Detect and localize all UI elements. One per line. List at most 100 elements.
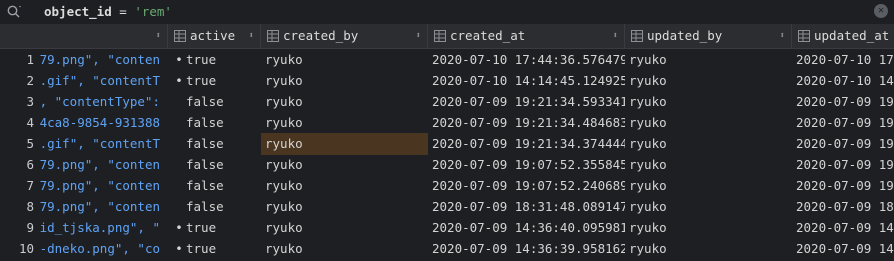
cell-created-at[interactable]: 2020-07-09 19:07:52.355845 xyxy=(428,154,625,176)
cell-active[interactable]: false xyxy=(168,154,261,176)
cell-created-by[interactable]: ryuko xyxy=(261,49,428,71)
column-header-created-at[interactable]: created_at ⬍ xyxy=(428,24,625,48)
cell-object-id[interactable]: -4ca8-9854-931388 xyxy=(40,112,168,134)
cell-updated-at[interactable]: 2020-07-10 17 xyxy=(792,49,894,71)
table-row[interactable]: 5 s.gif", "contentT false ryuko 2020-07-09 1… xyxy=(0,133,894,155)
bullet-icon: • xyxy=(175,73,183,88)
cell-text: 979.png", "conten xyxy=(40,199,160,214)
table-row[interactable]: 4 -4ca8-9854-931388 false ryuko 2020-07-09 1… xyxy=(0,112,894,134)
cell-created-at[interactable]: 2020-07-10 14:14:45.124925 xyxy=(428,70,625,92)
cell-updated-by[interactable]: ryuko xyxy=(625,112,792,134)
sort-icon[interactable]: ⬍ xyxy=(613,24,618,48)
cell-created-by[interactable]: ryuko xyxy=(261,196,428,218)
cell-created-at[interactable]: 2020-07-09 18:31:48.089147 xyxy=(428,196,625,218)
cell-object-id[interactable]: 979.png", "conten xyxy=(40,196,168,218)
cell-object-id[interactable]: 979.png", "conten xyxy=(40,154,168,176)
cell-updated-by[interactable]: ryuko xyxy=(625,70,792,92)
cell-created-by[interactable]: ryuko xyxy=(261,133,428,155)
cell-updated-by[interactable]: ryuko xyxy=(625,238,792,260)
cell-created-by[interactable]: ryuko xyxy=(261,91,428,113)
sort-icon[interactable]: ⬍ xyxy=(780,24,785,48)
cell-updated-by[interactable]: ryuko xyxy=(625,217,792,239)
header-row: ⬍ active ⬍ created_by ⬍ created_at ⬍ upd… xyxy=(0,24,894,49)
table-row[interactable]: 2 s.gif", "contentT • true ryuko 2020-07-10 1… xyxy=(0,70,894,92)
cell-created-at[interactable]: 2020-07-10 17:44:36.576479 xyxy=(428,49,625,71)
table-row[interactable]: 8 979.png", "conten false ryuko 2020-07-09 1… xyxy=(0,196,894,218)
cell-active[interactable]: false xyxy=(168,112,261,134)
cell-object-id[interactable]: s.gif", "contentT xyxy=(40,70,168,92)
cell-active[interactable]: • true xyxy=(168,49,261,71)
cell-created-at[interactable]: 2020-07-09 14:36:39.958162 xyxy=(428,238,625,260)
cell-updated-at[interactable]: 2020-07-09 19 xyxy=(792,112,894,134)
cell-active[interactable]: false xyxy=(168,133,261,155)
cell-active[interactable]: • true xyxy=(168,70,261,92)
bullet-icon: • xyxy=(175,241,183,256)
cell-created-at[interactable]: 2020-07-09 19:21:34.374444 xyxy=(428,133,625,155)
cell-updated-by[interactable]: ryuko xyxy=(625,154,792,176)
table-row[interactable]: 1 979.png", "conten • true ryuko 2020-07-10 1… xyxy=(0,49,894,71)
cell-updated-at[interactable]: 2020-07-09 14 xyxy=(792,238,894,260)
row-number: 9 xyxy=(26,220,34,235)
cell-updated-at[interactable]: 2020-07-09 14 xyxy=(792,217,894,239)
cell-text: false xyxy=(186,178,224,193)
cell-updated-by[interactable]: ryuko xyxy=(625,196,792,218)
table-column-icon xyxy=(631,30,643,42)
cell-created-by[interactable]: ryuko xyxy=(261,154,428,176)
cell-updated-at[interactable]: 2020-07-09 19 xyxy=(792,154,894,176)
sort-icon[interactable]: ⬍ xyxy=(416,24,421,48)
cell-created-at[interactable]: 2020-07-09 19:21:34.593341 xyxy=(428,91,625,113)
table-row[interactable]: 3, "contentType": false ryuko 2020-07-09 19… xyxy=(0,91,894,113)
table-row[interactable]: 9 id_tjska.png", " • true ryuko 2020-07-09 14… xyxy=(0,217,894,239)
cell-text: false xyxy=(186,136,224,151)
cell-updated-at[interactable]: 2020-07-10 14 xyxy=(792,70,894,92)
sort-icon[interactable]: ⬍ xyxy=(156,24,161,48)
sort-icon[interactable]: ⬍ xyxy=(249,24,254,48)
cell-object-id[interactable]: l-dneko.png", "co xyxy=(40,238,168,260)
cell-object-id[interactable]: s.gif", "contentT xyxy=(40,133,168,155)
column-header-active[interactable]: active ⬍ xyxy=(168,24,261,48)
cell-created-by[interactable]: ryuko xyxy=(261,112,428,134)
cell-updated-by[interactable]: ryuko xyxy=(625,133,792,155)
cell-created-by[interactable]: ryuko xyxy=(261,70,428,92)
table-column-icon xyxy=(174,30,186,42)
cell-active[interactable]: false xyxy=(168,175,261,197)
cell-created-at[interactable]: 2020-07-09 19:07:52.240689 xyxy=(428,175,625,197)
cell-updated-by[interactable]: ryuko xyxy=(625,175,792,197)
cell-object-id[interactable]: 979.png", "conten xyxy=(40,49,168,71)
column-header-updated-at[interactable]: updated_at xyxy=(792,24,894,48)
close-icon[interactable]: ✕ xyxy=(874,4,888,18)
cell-updated-by[interactable]: ryuko xyxy=(625,49,792,71)
cell-text: s.gif", "contentT xyxy=(40,136,160,151)
filter-input[interactable]: object_id = 'rem' xyxy=(44,3,172,21)
table-row[interactable]: 7 979.png", "conten false ryuko 2020-07-09 1… xyxy=(0,175,894,197)
cell-created-by[interactable]: ryuko xyxy=(261,175,428,197)
search-icon[interactable] xyxy=(6,4,22,20)
cell-text: s.gif", "contentT xyxy=(40,73,160,88)
cell-object-id[interactable]: id_tjska.png", " xyxy=(40,217,168,239)
cell-active[interactable]: • true xyxy=(168,217,261,239)
table-row[interactable]: 6 979.png", "conten false ryuko 2020-07-09 1… xyxy=(0,154,894,176)
cell-object-id[interactable]: 979.png", "conten xyxy=(40,175,168,197)
results-grid: ⬍ active ⬍ created_by ⬍ created_at ⬍ upd… xyxy=(0,24,894,261)
cell-updated-at[interactable]: 2020-07-09 18 xyxy=(792,196,894,218)
column-header-updated-by[interactable]: updated_by ⬍ xyxy=(625,24,792,48)
column-header-object-id[interactable]: ⬍ xyxy=(40,24,168,48)
cell-updated-at[interactable]: 2020-07-09 19 xyxy=(792,91,894,113)
cell-created-by[interactable]: ryuko xyxy=(261,238,428,260)
cell-created-by[interactable]: ryuko xyxy=(261,217,428,239)
cell-created-at[interactable]: 2020-07-09 19:21:34.484683 xyxy=(428,112,625,134)
cell-object-id[interactable]: , "contentType": xyxy=(40,91,168,113)
column-header-created-by[interactable]: created_by ⬍ xyxy=(261,24,428,48)
cell-active[interactable]: false xyxy=(168,196,261,218)
table-row[interactable]: 10 l-dneko.png", "co • true ryuko 2020-07-09 … xyxy=(0,238,894,260)
cell-updated-at[interactable]: 2020-07-09 19 xyxy=(792,175,894,197)
column-header-label: updated_at xyxy=(814,28,890,43)
cell-active[interactable]: false xyxy=(168,91,261,113)
column-header-label: created_at xyxy=(450,28,526,43)
cell-updated-at[interactable]: 2020-07-09 19 xyxy=(792,133,894,155)
cell-active[interactable]: • true xyxy=(168,238,261,260)
cell-created-at[interactable]: 2020-07-09 14:36:40.095981 xyxy=(428,217,625,239)
cell-updated-by[interactable]: ryuko xyxy=(625,91,792,113)
cell-text: false xyxy=(186,115,224,130)
corner-cell xyxy=(0,24,40,48)
